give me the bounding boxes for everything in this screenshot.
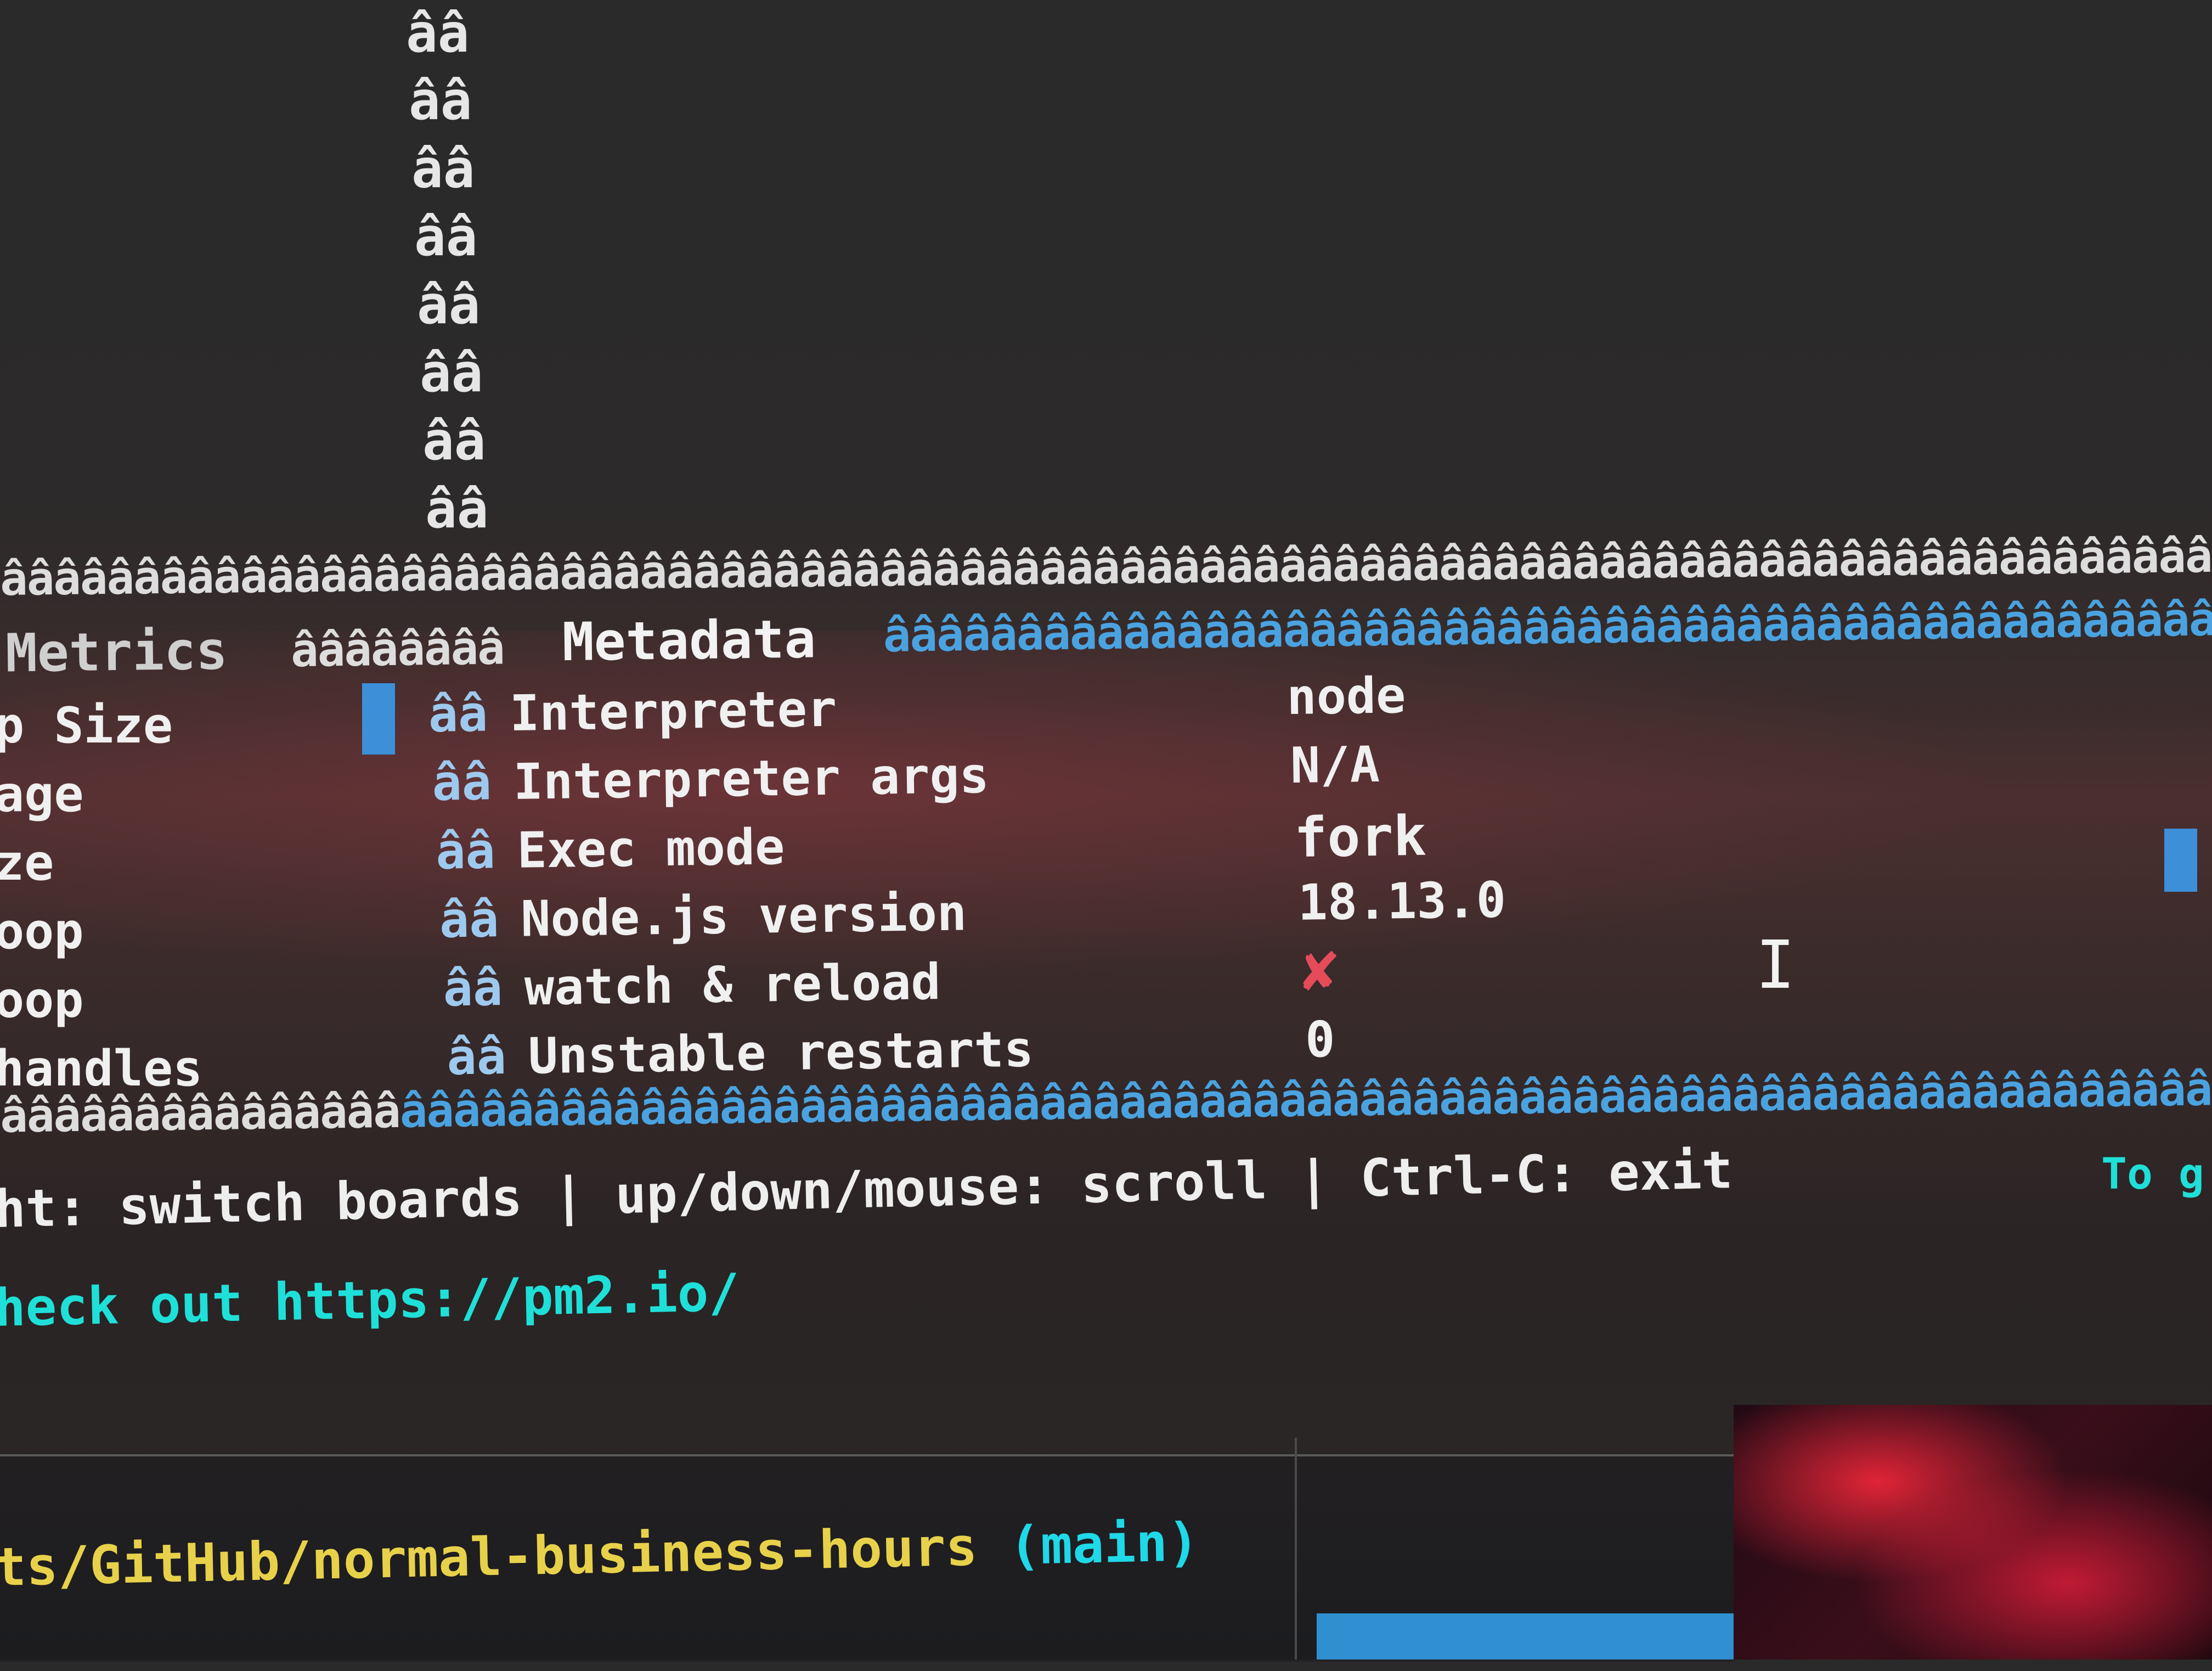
- cross-icon: ✘: [1301, 933, 1339, 1005]
- metadata-row-label: ââ Unstable restarts: [446, 1020, 1034, 1087]
- metadata-row-value: 0: [1305, 1011, 1336, 1069]
- desktop-wallpaper: [1734, 1405, 2212, 1659]
- metadata-row-label: ââ Interpreter: [428, 680, 837, 744]
- metadata-scrollbar[interactable]: [2164, 829, 2197, 892]
- taskbar-strip[interactable]: [1317, 1613, 1734, 1659]
- metadata-row-value: 18.13.0: [1297, 871, 1506, 932]
- metadata-row-value: node: [1286, 667, 1406, 727]
- pane-divider: [1295, 1438, 1297, 1659]
- metadata-row-label: ââ Exec mode: [435, 818, 785, 881]
- metadata-row-label: ââ watch & reload: [443, 953, 941, 1018]
- metadata-row-label: ââ Interpreter args: [431, 746, 990, 812]
- text-cursor-icon: I: [1756, 927, 1796, 1004]
- footer-fragment: To g: [2101, 1150, 2204, 1199]
- prompt-branch: (main): [1008, 1511, 1200, 1577]
- metadata-row-value: fork: [1294, 803, 1427, 870]
- metadata-row-value: N/A: [1290, 735, 1380, 795]
- metadata-row-label: ââ Node.js version: [439, 884, 967, 949]
